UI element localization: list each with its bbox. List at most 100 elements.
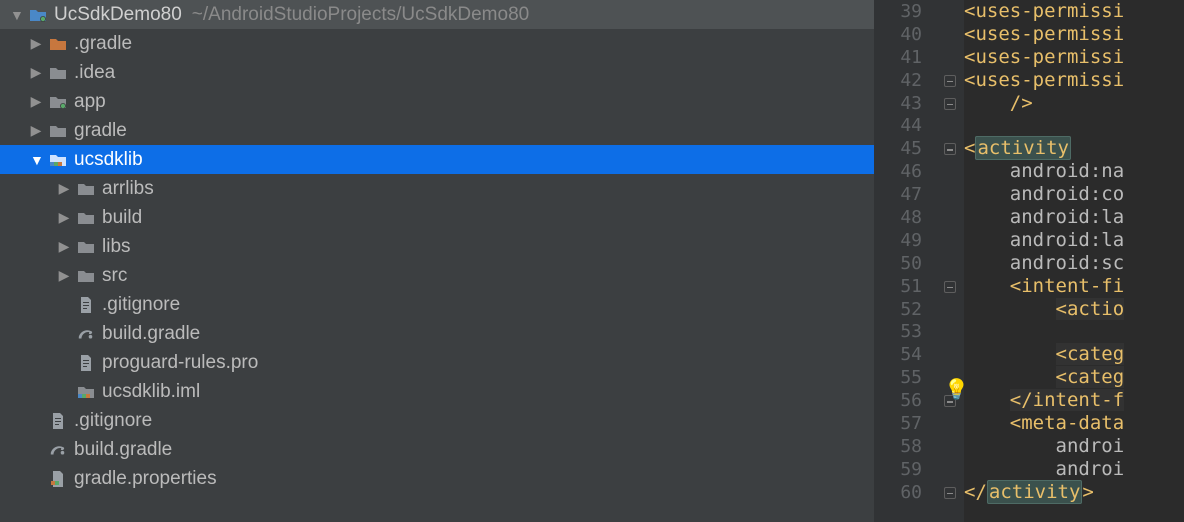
tree-item[interactable]: ▶ gradle <box>0 116 874 145</box>
chevron-right-icon[interactable]: ▶ <box>58 238 70 255</box>
line-number: 54 <box>874 343 936 366</box>
line-number: 52 <box>874 298 936 321</box>
tree-item-label: ucsdklib <box>74 149 143 171</box>
line-gutter: 3940414243444546474849505152535455565758… <box>874 0 936 522</box>
line-number: 44 <box>874 114 936 137</box>
code-line[interactable]: <uses-permissi <box>964 69 1184 92</box>
tree-item-label: .gitignore <box>74 410 152 432</box>
project-path: ~/AndroidStudioProjects/UcSdkDemo80 <box>192 4 529 26</box>
text-file-icon <box>48 411 68 431</box>
tree-item[interactable]: ucsdklib.iml <box>0 377 874 406</box>
line-number: 45 <box>874 137 936 160</box>
code-area[interactable]: <uses-permissi<uses-permissi<uses-permis… <box>964 0 1184 522</box>
code-line[interactable]: <activity <box>964 137 1184 160</box>
tree-item[interactable]: gradle.properties <box>0 464 874 493</box>
gradle-icon <box>48 440 68 460</box>
tree-item[interactable]: .gitignore <box>0 290 874 319</box>
project-tree-panel: ▼ UcSdkDemo80 ~/AndroidStudioProjects/Uc… <box>0 0 874 522</box>
module-icon <box>48 150 68 170</box>
tree-item[interactable]: build.gradle <box>0 435 874 464</box>
chevron-right-icon[interactable]: ▶ <box>30 64 42 81</box>
module-icon <box>76 382 96 402</box>
editor-panel: 3940414243444546474849505152535455565758… <box>874 0 1184 522</box>
code-line[interactable]: <actio <box>964 298 1184 321</box>
tree-item[interactable]: ▶.gradle <box>0 29 874 58</box>
code-line[interactable]: androi <box>964 458 1184 481</box>
folder-dot-icon <box>48 92 68 112</box>
line-number: 55 <box>874 366 936 389</box>
text-file-icon <box>76 353 96 373</box>
code-line[interactable]: /> <box>964 92 1184 115</box>
folder-orange-icon <box>48 34 68 54</box>
tree-item[interactable]: build.gradle <box>0 319 874 348</box>
fold-toggle-icon[interactable] <box>944 98 956 110</box>
code-line[interactable]: <meta-data <box>964 412 1184 435</box>
intention-bulb-icon[interactable]: 💡 <box>944 377 969 402</box>
code-line[interactable]: android:co <box>964 183 1184 206</box>
code-line[interactable]: android:la <box>964 229 1184 252</box>
folder-gray-icon <box>48 121 68 141</box>
tree-item[interactable]: ▶ arrlibs <box>0 174 874 203</box>
code-line[interactable] <box>964 320 1184 343</box>
folder-gray-icon <box>76 237 96 257</box>
tree-item-label: build.gradle <box>74 439 172 461</box>
code-line[interactable]: android:la <box>964 206 1184 229</box>
line-number: 41 <box>874 46 936 69</box>
code-line[interactable]: <uses-permissi <box>964 46 1184 69</box>
code-line[interactable]: androi <box>964 435 1184 458</box>
line-number: 39 <box>874 0 936 23</box>
tree-item-label: arrlibs <box>102 178 154 200</box>
tree-item-label: app <box>74 91 106 113</box>
tree-item[interactable]: ▼ ucsdklib <box>0 145 874 174</box>
tree-item[interactable]: proguard-rules.pro <box>0 348 874 377</box>
chevron-right-icon[interactable]: ▶ <box>58 209 70 226</box>
code-line[interactable]: android:na <box>964 160 1184 183</box>
tree-item[interactable]: ▶build <box>0 203 874 232</box>
text-file-icon <box>76 295 96 315</box>
code-line[interactable]: </intent-f <box>964 389 1184 412</box>
line-number: 58 <box>874 435 936 458</box>
chevron-down-icon[interactable]: ▼ <box>30 152 42 168</box>
line-number: 48 <box>874 206 936 229</box>
line-number: 49 <box>874 229 936 252</box>
code-line[interactable]: <categ <box>964 343 1184 366</box>
tree-item[interactable]: .gitignore <box>0 406 874 435</box>
tree-item-label: gradle.properties <box>74 468 217 490</box>
tree-item[interactable]: ▶src <box>0 261 874 290</box>
chevron-right-icon[interactable]: ▶ <box>30 93 42 110</box>
code-line[interactable]: <uses-permissi <box>964 23 1184 46</box>
line-number: 60 <box>874 481 936 504</box>
tree-item[interactable]: ▶ app <box>0 87 874 116</box>
chevron-right-icon[interactable]: ▶ <box>58 180 70 197</box>
project-name: UcSdkDemo80 <box>54 4 182 26</box>
line-number: 53 <box>874 320 936 343</box>
project-folder-icon <box>28 5 48 25</box>
chevron-right-icon[interactable]: ▶ <box>30 122 42 139</box>
code-line[interactable]: <categ <box>964 366 1184 389</box>
code-line[interactable]: </activity> <box>964 481 1184 504</box>
chevron-right-icon[interactable]: ▶ <box>30 35 42 52</box>
tree-item[interactable]: ▶libs <box>0 232 874 261</box>
line-number: 47 <box>874 183 936 206</box>
chevron-down-icon: ▼ <box>10 7 22 23</box>
fold-toggle-icon[interactable] <box>944 281 956 293</box>
tree-item-label: gradle <box>74 120 127 142</box>
tree-root[interactable]: ▼ UcSdkDemo80 ~/AndroidStudioProjects/Uc… <box>0 0 874 29</box>
fold-toggle-icon[interactable] <box>944 487 956 499</box>
chevron-right-icon[interactable]: ▶ <box>58 267 70 284</box>
tree-item[interactable]: ▶ .idea <box>0 58 874 87</box>
tree-item-label: build.gradle <box>102 323 200 345</box>
line-number: 42 <box>874 69 936 92</box>
code-line[interactable]: android:sc <box>964 252 1184 275</box>
line-number: 46 <box>874 160 936 183</box>
line-number: 43 <box>874 92 936 115</box>
code-line[interactable]: <uses-permissi <box>964 0 1184 23</box>
line-number: 51 <box>874 275 936 298</box>
fold-toggle-icon[interactable] <box>944 143 956 155</box>
tree-item-label: proguard-rules.pro <box>102 352 258 374</box>
code-line[interactable]: <intent-fi <box>964 275 1184 298</box>
gradle-icon <box>76 324 96 344</box>
code-line[interactable] <box>964 114 1184 137</box>
fold-toggle-icon[interactable] <box>944 75 956 87</box>
tree-item-label: .idea <box>74 62 115 84</box>
